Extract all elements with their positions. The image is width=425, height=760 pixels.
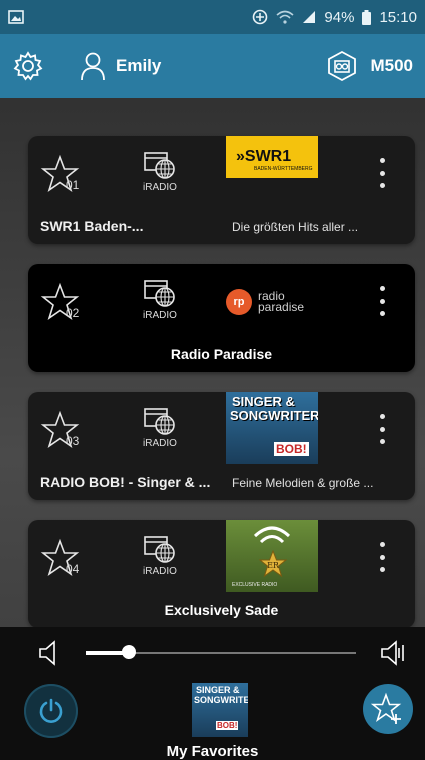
battery-level: 94% xyxy=(324,8,355,26)
more-options-icon[interactable] xyxy=(376,286,388,316)
art-line2: SONGWRITER xyxy=(194,695,248,705)
station-logo: SINGER & SONGWRITER BOB! xyxy=(226,392,318,464)
power-button[interactable] xyxy=(24,684,78,738)
favorite-card[interactable]: 01 iRADIO »SWR1 BADEN-WÜRTTEMBERG SWR1 B… xyxy=(28,136,415,244)
more-options-icon[interactable] xyxy=(376,158,388,188)
source-label: iRADIO xyxy=(143,182,177,193)
logo-line1: SINGER & xyxy=(232,394,295,409)
preset-number: 02 xyxy=(66,306,80,320)
logo-line2: paradise xyxy=(258,300,305,314)
volume-mute-icon[interactable] xyxy=(38,640,60,666)
logo-caption: EXCLUSIVE RADIO xyxy=(232,582,278,588)
favorite-card[interactable]: 03 iRADIO SINGER & SONGWRITER BOB! RADIO… xyxy=(28,392,415,500)
source-label: iRADIO xyxy=(143,566,177,577)
sync-icon xyxy=(252,9,268,25)
player-bar: SINGER & SONGWRITER BOB! My Favorites xyxy=(0,627,425,760)
logo-line2: SONGWRITER xyxy=(230,408,318,423)
internet-radio-icon xyxy=(136,534,184,564)
star-icon[interactable]: 02 xyxy=(40,282,96,330)
star-icon[interactable]: 01 xyxy=(40,154,96,202)
art-brand: BOB! xyxy=(216,721,239,730)
screenshot-icon xyxy=(8,10,24,24)
logo-subtitle: BADEN-WÜRTTEMBERG xyxy=(254,166,313,172)
source-label: iRADIO xyxy=(143,438,177,449)
logo-mark: rp xyxy=(226,289,252,315)
station-name: RADIO BOB! - Singer & ... xyxy=(40,474,211,490)
speaker-device-icon xyxy=(326,50,358,82)
preset-number: 03 xyxy=(66,434,80,448)
star-icon[interactable]: 03 xyxy=(40,410,96,458)
logo-title: »SWR1 xyxy=(236,148,292,165)
user-name: Emily xyxy=(116,56,162,75)
favorite-card[interactable]: 04 iRADIO ER EXCLUSIVE RADIO Exclusively… xyxy=(28,520,415,628)
app-header: Emily M500 xyxy=(0,34,425,98)
logo-mark: ER xyxy=(267,561,280,570)
internet-radio-icon xyxy=(136,278,184,308)
now-playing-label: My Favorites xyxy=(166,743,259,760)
iradio-source: iRADIO xyxy=(136,150,184,193)
signal-icon xyxy=(302,10,316,24)
iradio-source: iRADIO xyxy=(136,406,184,449)
volume-control xyxy=(0,627,425,682)
add-favorite-icon xyxy=(371,692,405,726)
device-selector[interactable]: M500 xyxy=(326,50,413,82)
station-logo: ER EXCLUSIVE RADIO xyxy=(226,520,318,592)
more-options-icon[interactable] xyxy=(376,542,388,572)
star-icon[interactable]: 04 xyxy=(40,538,96,586)
station-name: Exclusively Sade xyxy=(164,602,279,618)
more-options-icon[interactable] xyxy=(376,414,388,444)
art-line1: SINGER & xyxy=(196,685,240,695)
wifi-icon xyxy=(276,10,294,24)
power-icon xyxy=(38,698,64,724)
internet-radio-icon xyxy=(136,406,184,436)
device-name: M500 xyxy=(370,56,413,75)
gear-icon[interactable] xyxy=(12,50,44,82)
iradio-source: iRADIO xyxy=(136,534,184,577)
preset-number: 01 xyxy=(66,178,80,192)
battery-icon xyxy=(362,9,372,25)
clock: 15:10 xyxy=(379,8,417,26)
preset-number: 04 xyxy=(66,562,80,576)
iradio-source: iRADIO xyxy=(136,278,184,321)
logo-brand: BOB! xyxy=(274,442,309,456)
station-name: Radio Paradise xyxy=(170,346,273,362)
station-logo: rp radio paradise xyxy=(226,264,318,336)
station-name: SWR1 Baden-... xyxy=(40,218,144,234)
now-playing-artwork[interactable]: SINGER & SONGWRITER BOB! xyxy=(192,683,248,737)
internet-radio-icon xyxy=(136,150,184,180)
volume-slider-handle[interactable] xyxy=(122,645,137,659)
volume-up-icon[interactable] xyxy=(380,640,406,666)
station-description: Feine Melodien & große ... xyxy=(232,476,374,490)
source-label: iRADIO xyxy=(143,310,177,321)
add-favorite-button[interactable] xyxy=(363,684,413,734)
station-logo: »SWR1 BADEN-WÜRTTEMBERG xyxy=(226,136,318,208)
user-icon xyxy=(80,51,106,81)
favorite-card[interactable]: 02 iRADIO rp radio paradise Radio Paradis… xyxy=(28,264,415,372)
station-description: Die größten Hits aller ... xyxy=(232,220,359,234)
status-bar: 94% 15:10 xyxy=(0,0,425,34)
user-profile[interactable]: Emily xyxy=(80,51,161,81)
